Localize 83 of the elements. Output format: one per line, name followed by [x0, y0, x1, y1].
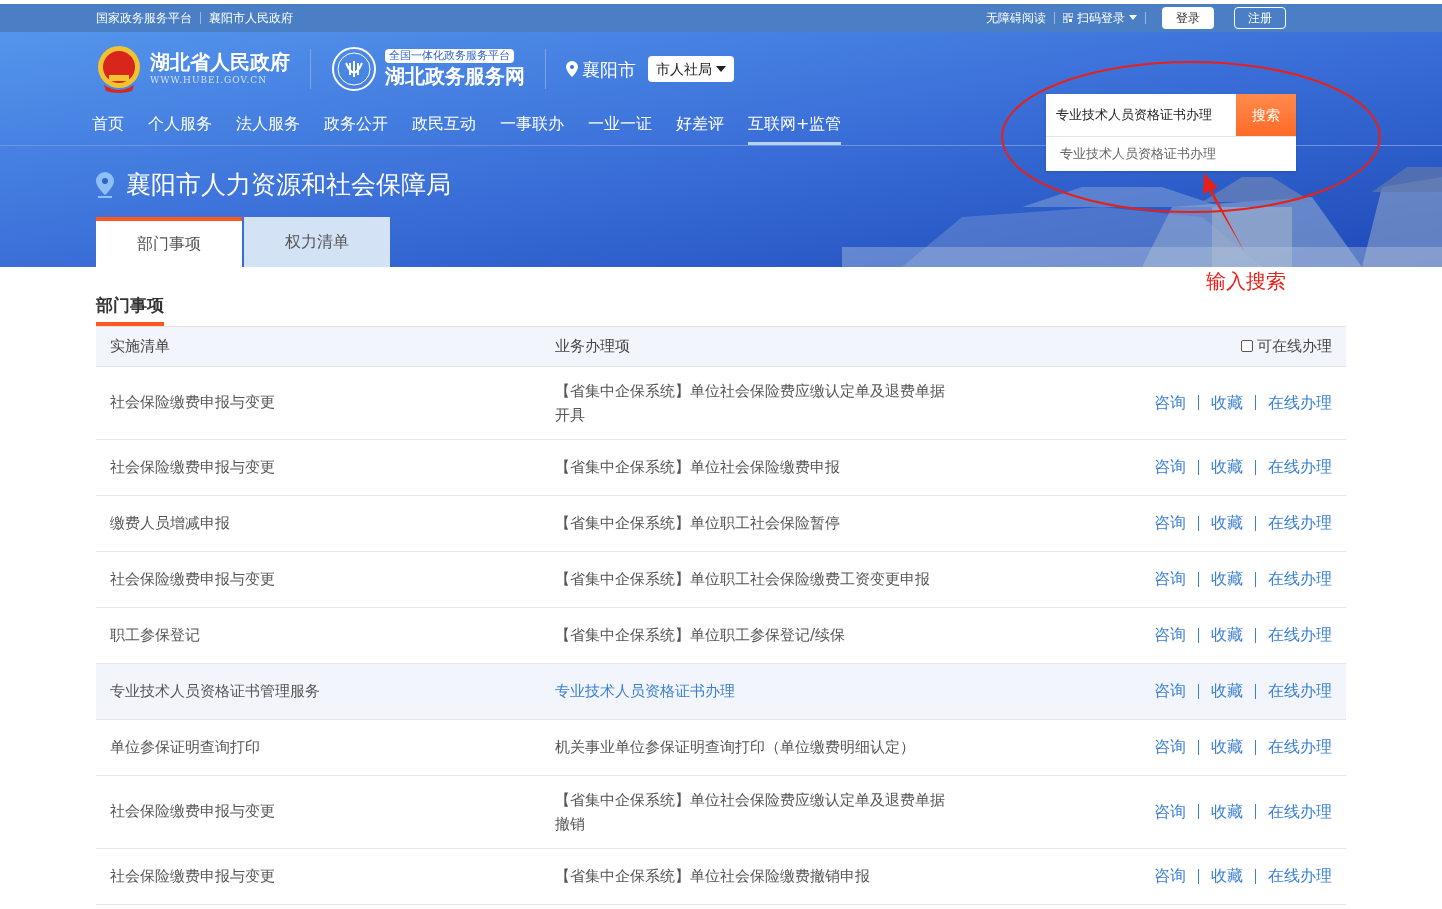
action-link[interactable]: 咨询: [1154, 567, 1186, 591]
action-link[interactable]: 在线办理: [1268, 679, 1332, 703]
action-link[interactable]: 咨询: [1154, 455, 1186, 479]
online-filter-checkbox[interactable]: 可在线办理: [1241, 334, 1332, 358]
register-button[interactable]: 注册: [1234, 7, 1286, 29]
action-link[interactable]: 在线办理: [1268, 511, 1332, 535]
action-link[interactable]: 在线办理: [1268, 455, 1332, 479]
nav-link[interactable]: 首页: [92, 112, 124, 145]
action-link[interactable]: 咨询: [1154, 679, 1186, 703]
government-url: WWW.HUBEI.GOV.CN: [150, 74, 269, 88]
table-cell-text: 职工参保登记: [110, 624, 201, 646]
action-link[interactable]: 收藏: [1211, 623, 1243, 647]
government-name: 湖北省人民政府: [150, 50, 290, 75]
action-link[interactable]: 收藏: [1211, 390, 1243, 415]
tab[interactable]: 权力清单: [244, 217, 390, 267]
nav-link[interactable]: 个人服务: [148, 112, 212, 145]
emblem-icon: [96, 45, 142, 93]
nav-link[interactable]: 一业一证: [588, 112, 652, 145]
service-link[interactable]: 机关事业单位参保证明查询打印（单位缴费明细认定）: [555, 735, 955, 759]
action-link[interactable]: 在线办理: [1268, 799, 1332, 824]
service-link[interactable]: 【省集中企保系统】单位职工参保登记/续保: [555, 623, 955, 647]
service-link[interactable]: 【省集中企保系统】单位职工社会保险暂停: [555, 511, 955, 535]
action-link[interactable]: 收藏: [1211, 799, 1243, 824]
platform-logo-icon: [331, 46, 377, 92]
action-link[interactable]: 收藏: [1211, 567, 1243, 591]
action-link[interactable]: 咨询: [1154, 799, 1186, 824]
location-pin-icon: [566, 61, 578, 77]
nav-link[interactable]: 政务公开: [324, 112, 388, 145]
table-cell-text: 社会保险缴费申报与变更: [110, 392, 276, 414]
top-link[interactable]: 襄阳市人民政府: [209, 9, 293, 27]
service-link[interactable]: 【省集中企保系统】单位社会保险缴费撤销申报: [555, 864, 955, 888]
table-cell-text: 社会保险缴费申报与变更: [110, 865, 276, 887]
action-link[interactable]: 收藏: [1211, 511, 1243, 535]
column-header: 实施清单: [110, 335, 171, 357]
action-link[interactable]: 咨询: [1154, 864, 1186, 888]
action-link[interactable]: 在线办理: [1268, 623, 1332, 647]
table-cell-text: 专业技术人员资格证书管理服务: [110, 680, 321, 702]
platform-tag: 全国一体化政务服务平台: [385, 49, 514, 63]
action-link[interactable]: 咨询: [1154, 390, 1186, 415]
search-field[interactable]: 专业技术人员资格证书办理: [1046, 94, 1236, 136]
table-cell-text: 社会保险缴费申报与变更: [110, 801, 276, 823]
action-link[interactable]: 咨询: [1154, 623, 1186, 647]
qr-login-link[interactable]: 扫码登录: [1063, 9, 1137, 27]
action-link[interactable]: 收藏: [1211, 455, 1243, 479]
action-link[interactable]: 在线办理: [1268, 864, 1332, 888]
nav-link[interactable]: 好差评: [676, 112, 724, 145]
service-link[interactable]: 专业技术人员资格证书办理: [555, 679, 955, 703]
table-cell-text: 社会保险缴费申报与变更: [110, 456, 276, 478]
table-cell-text: 单位参保证明查询打印: [110, 736, 261, 758]
city-name: 襄阳市: [582, 57, 636, 82]
action-link[interactable]: 收藏: [1211, 679, 1243, 703]
nav-link[interactable]: 法人服务: [236, 112, 300, 145]
page-title: 襄阳市人力资源和社会保障局: [126, 169, 451, 201]
department-dropdown[interactable]: 市人社局: [648, 56, 734, 82]
action-link[interactable]: 在线办理: [1268, 567, 1332, 591]
action-link[interactable]: 收藏: [1211, 735, 1243, 759]
platform-name: 湖北政务服务网: [385, 63, 525, 89]
service-link[interactable]: 【省集中企保系统】单位社会保险费应缴认定单及退费单据开具: [555, 378, 955, 427]
table-cell-text: 缴费人员增减申报: [110, 512, 231, 534]
tab[interactable]: 部门事项: [96, 217, 242, 267]
caret-icon: [1129, 15, 1137, 21]
action-link[interactable]: 在线办理: [1268, 390, 1332, 415]
action-link[interactable]: 咨询: [1154, 735, 1186, 759]
nav-link[interactable]: 互联网+监管: [748, 112, 842, 145]
search-suggestion[interactable]: 专业技术人员资格证书办理: [1046, 136, 1296, 171]
service-link[interactable]: 【省集中企保系统】单位社会保险缴费申报: [555, 455, 955, 479]
top-link[interactable]: 国家政务服务平台: [96, 9, 192, 27]
action-link[interactable]: 咨询: [1154, 511, 1186, 535]
nav-link[interactable]: 一事联办: [500, 112, 564, 145]
qr-code-icon: [1063, 13, 1073, 23]
accessibility-link[interactable]: 无障碍阅读: [986, 9, 1046, 27]
action-link[interactable]: 收藏: [1211, 864, 1243, 888]
login-button[interactable]: 登录: [1162, 7, 1214, 29]
service-link[interactable]: 【省集中企保系统】单位社会保险费应缴认定单及退费单据撤销: [555, 787, 955, 836]
service-link[interactable]: 【省集中企保系统】单位职工社会保险缴费工资变更申报: [555, 567, 955, 591]
annotation-text: 输入搜索: [1206, 268, 1286, 295]
caret-icon: [716, 65, 726, 73]
search-button[interactable]: 搜索: [1236, 94, 1296, 136]
column-header: 业务办理项: [555, 335, 631, 357]
table-cell-text: 社会保险缴费申报与变更: [110, 568, 276, 590]
nav-link[interactable]: 政民互动: [412, 112, 476, 145]
location-pin-icon: [96, 171, 114, 198]
action-link[interactable]: 在线办理: [1268, 735, 1332, 759]
